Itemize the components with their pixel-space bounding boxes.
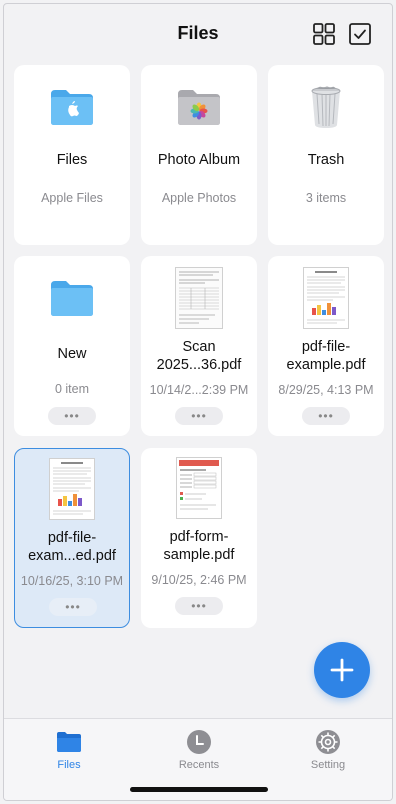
card-photo-album[interactable]: Photo Album Apple Photos [141,65,257,245]
add-button[interactable] [314,642,370,698]
home-indicator [130,787,268,792]
folder-icon [14,270,130,326]
card-trash[interactable]: Trash 3 items [268,65,384,245]
item-name: New [57,346,87,362]
card-pdf-form-sample[interactable]: pdf-form-sample.pdf 9/10/25, 2:46 PM ••• [141,448,257,628]
item-subtitle: Apple Photos [161,191,237,205]
tab-label: Recents [178,759,220,771]
item-name: pdf-file-exam...ed.pdf [28,530,116,564]
card-scan-pdf[interactable]: Scan 2025...36.pdf 10/14/2...2:39 PM ••• [141,256,257,436]
item-subtitle: 8/29/25, 4:13 PM [278,383,374,397]
folder-apple-icon [14,79,130,135]
gear-icon [288,729,368,755]
plus-icon [330,658,354,682]
tab-recents[interactable]: Recents [159,729,239,771]
folder-tab-icon [29,729,109,755]
tab-label: Files [57,759,81,771]
item-subtitle: 3 items [305,191,347,205]
item-subtitle: 10/16/25, 3:10 PM [20,574,124,588]
app-window: Files Files Apple Files Photo Album Appl… [3,3,393,801]
checkbox-select-icon[interactable] [348,22,372,46]
header: Files [4,4,392,64]
item-name: pdf-file-example.pdf [286,339,366,373]
item-name: Trash [307,152,345,168]
item-subtitle: Apple Files [41,191,103,205]
card-files[interactable]: Files Apple Files [14,65,130,245]
item-subtitle: 9/10/25, 2:46 PM [151,573,247,587]
item-name: Files [56,152,88,168]
more-options-button[interactable]: ••• [175,407,223,425]
card-pdf-file-exam-selected[interactable]: pdf-file-exam...ed.pdf 10/16/25, 3:10 PM… [14,448,130,628]
pdf-form-thumbnail [141,456,257,520]
item-name: Scan 2025...36.pdf [156,339,242,373]
more-options-button[interactable]: ••• [302,407,350,425]
item-subtitle: 10/14/2...2:39 PM [149,383,249,397]
item-subtitle: 0 item [54,382,90,396]
tab-files[interactable]: Files [29,729,109,771]
trash-bin-icon [268,79,384,135]
tab-setting[interactable]: Setting [288,729,368,771]
clock-icon [159,729,239,755]
more-options-button[interactable]: ••• [48,407,96,425]
tab-label: Setting [310,759,346,771]
card-new-folder[interactable]: New 0 item ••• [14,256,130,436]
more-options-button[interactable]: ••• [175,597,223,615]
pdf-thumbnail [15,457,129,521]
item-name: pdf-form-sample.pdf [163,529,235,563]
item-name: Photo Album [157,152,241,168]
folder-photos-icon [141,79,257,135]
grid-view-icon[interactable] [312,22,336,46]
card-pdf-file-example[interactable]: pdf-file-example.pdf 8/29/25, 4:13 PM ••… [268,256,384,436]
scan-thumbnail [141,266,257,330]
more-options-button[interactable]: ••• [49,598,97,616]
pdf-thumbnail [268,266,384,330]
